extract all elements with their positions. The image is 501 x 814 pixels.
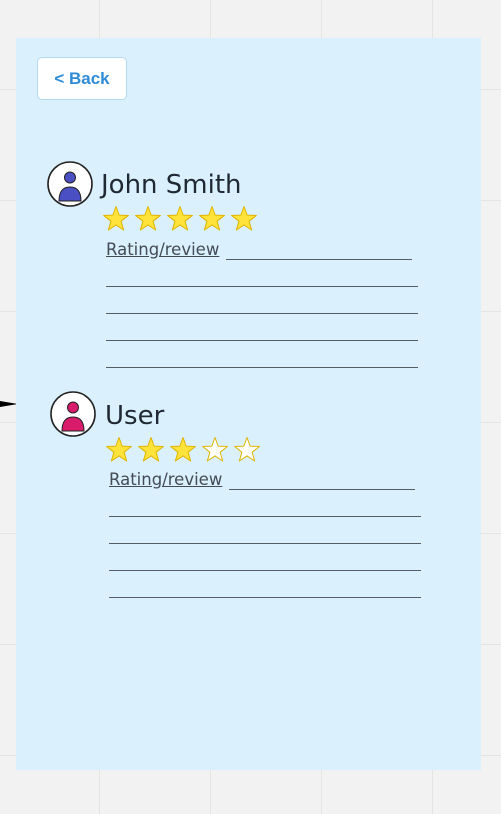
reviewer-name: John Smith [101, 170, 242, 200]
review-line [229, 489, 415, 490]
user-avatar-icon [47, 161, 93, 207]
back-button[interactable]: < Back [37, 57, 127, 100]
star-rating [102, 205, 258, 232]
review-line [109, 597, 421, 598]
star-filled-icon [231, 206, 257, 231]
review-line [109, 570, 421, 571]
star-filled-icon [103, 206, 129, 231]
review-line [226, 259, 412, 260]
review-label: Rating/review [106, 240, 220, 259]
review-line [106, 313, 418, 314]
star-filled-icon [170, 437, 196, 462]
star-empty-icon [202, 437, 228, 462]
review-line [109, 543, 421, 544]
reviewer-name: User [105, 401, 165, 431]
star-filled-icon [135, 206, 161, 231]
review-line [106, 367, 418, 368]
review-label: Rating/review [109, 470, 223, 489]
review-line [106, 340, 418, 341]
star-filled-icon [199, 206, 225, 231]
star-filled-icon [138, 437, 164, 462]
user-avatar-icon [50, 391, 96, 437]
star-filled-icon [167, 206, 193, 231]
star-empty-icon [234, 437, 260, 462]
review-line [109, 516, 421, 517]
review-line [106, 286, 418, 287]
star-rating [105, 436, 261, 463]
star-filled-icon [106, 437, 132, 462]
